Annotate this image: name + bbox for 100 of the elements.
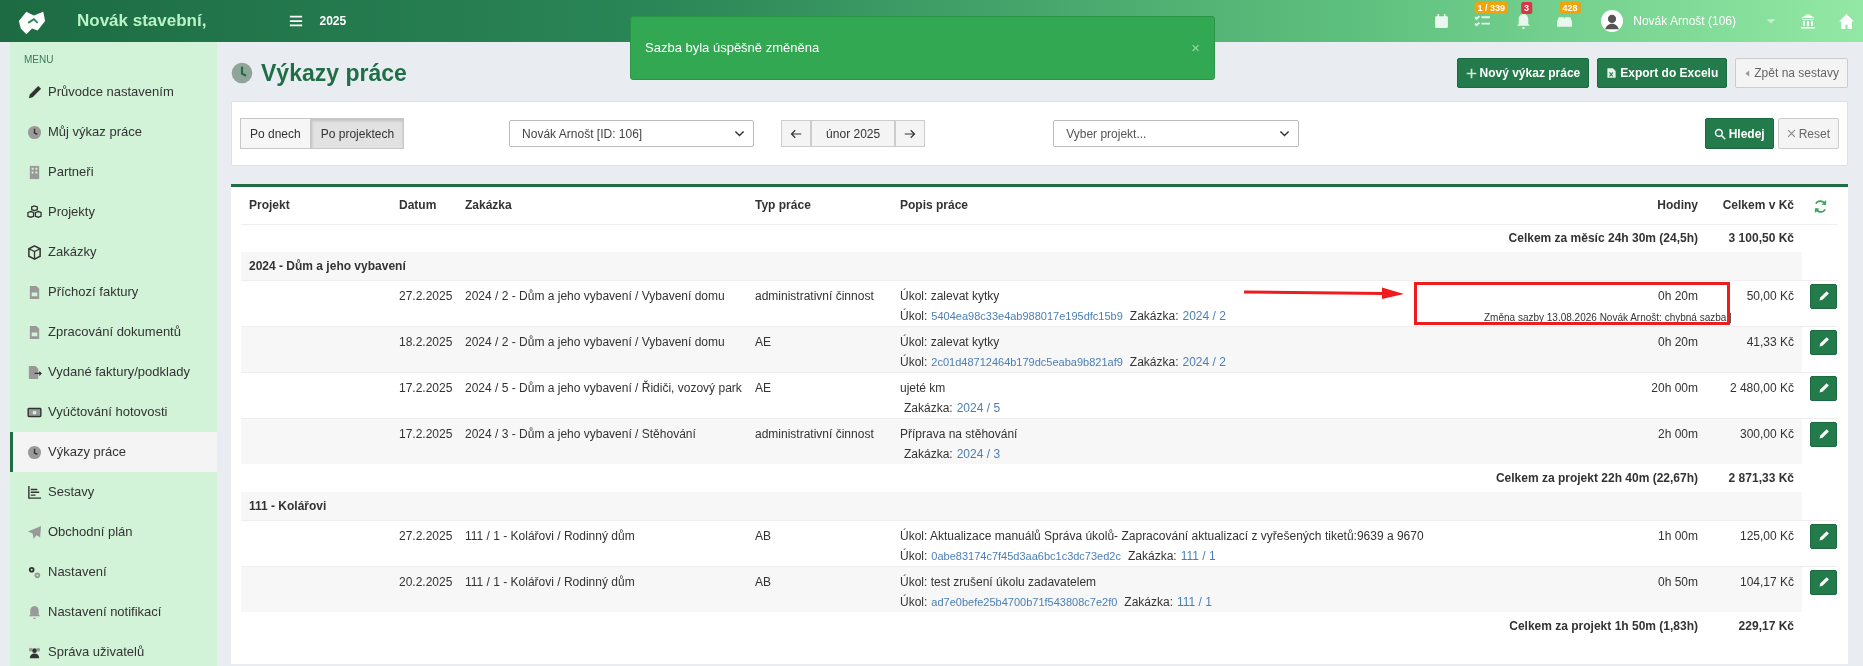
project-group-name: 2024 - Dům a jeho vybavení xyxy=(249,258,406,273)
sidebar-item[interactable]: Příchozí faktury xyxy=(10,272,217,312)
sidebar-item[interactable]: Můj výkaz práce xyxy=(10,112,217,152)
edit-button[interactable] xyxy=(1810,329,1837,355)
order-link[interactable]: 111 / 1 xyxy=(1177,592,1212,611)
sidebar-item[interactable]: Výkazy práce xyxy=(10,432,217,472)
back-button[interactable]: Zpět na sestavy xyxy=(1735,58,1848,88)
close-icon xyxy=(1786,129,1796,138)
table-cell: 27.2.2025 xyxy=(399,288,453,303)
clock-icon xyxy=(27,444,42,460)
table-cell: administrativní činnost xyxy=(755,426,874,441)
field-label: Zakázka: xyxy=(1127,547,1177,565)
field-label: Úkol: xyxy=(900,547,928,565)
order-link[interactable]: 2024 / 2 xyxy=(1182,306,1226,325)
sidebar-item[interactable]: Nastavení xyxy=(10,552,217,592)
total-label: Celkem za měsíc 24h 30m (24,5h) xyxy=(1508,231,1698,246)
sidebar-item[interactable]: Partneři xyxy=(10,152,217,192)
amount-value: 125,00 Kč xyxy=(1739,528,1794,543)
pencil-icon xyxy=(1817,530,1830,542)
table-cell: 2024 / 3 - Dům a jeho vybavení / Stěhování xyxy=(465,426,696,441)
project-select[interactable]: Vyber projekt... xyxy=(1053,120,1300,147)
cubes-icon xyxy=(27,204,42,220)
amount-value: 300,00 Kč xyxy=(1739,426,1794,441)
task-link[interactable]: 0abe83174c7f45d3aa6bc1c3dc73ed2c xyxy=(931,547,1121,564)
plus-icon xyxy=(1465,67,1477,79)
total-amount: 229,17 Kč xyxy=(1738,619,1794,633)
sidebar-item[interactable]: Vyúčtování hotovosti xyxy=(10,392,217,432)
month-label: únor 2025 xyxy=(811,120,896,147)
paper-plane-icon xyxy=(27,524,42,540)
edit-button[interactable] xyxy=(1810,283,1837,309)
next-month-button[interactable] xyxy=(895,120,926,147)
table-cell: 17.2.2025 xyxy=(399,380,453,395)
search-button[interactable]: Hledej xyxy=(1704,118,1774,149)
building-icon xyxy=(27,164,42,180)
avatar-icon[interactable] xyxy=(1601,10,1624,32)
sidebar-item[interactable]: Zpracování dokumentů xyxy=(10,312,217,352)
year-label: 2025 xyxy=(319,13,347,30)
table-cell: 2024 / 2 - Dům a jeho vybavení / Vybavení domu xyxy=(465,334,725,349)
field-label: Zakázka: xyxy=(1129,353,1179,371)
sidebar-item[interactable]: Sestavy xyxy=(10,472,217,512)
new-report-button[interactable]: Nový výkaz práce xyxy=(1456,58,1590,88)
total-label: Celkem za projekt 1h 50m (1,83h) xyxy=(1509,619,1698,633)
hours-value: 0h 50m xyxy=(1657,574,1698,589)
sidebar-item[interactable]: Projekty xyxy=(10,192,217,232)
document-arrow-icon xyxy=(27,364,42,380)
project-group-name: 111 - Kolářovi xyxy=(249,498,327,513)
rate-change-note: Změna sazby 13.08.2026 Novák Arnošt: chybná sazba | xyxy=(1484,311,1732,323)
bell-icon[interactable] xyxy=(1515,12,1533,30)
sidebar-item[interactable]: Správa uživatelů xyxy=(10,632,217,666)
task-link[interactable]: 5404ea98c33e4ab988017e195dfc15b9 xyxy=(931,307,1123,324)
field-label: Úkol: xyxy=(900,353,928,371)
cube-icon xyxy=(27,244,42,260)
column-header: Celkem v Kč xyxy=(1706,187,1802,224)
count-badge: 1 / 339 xyxy=(1474,1,1508,14)
bell-icon xyxy=(27,604,42,620)
edit-button[interactable] xyxy=(1810,523,1837,549)
view-toggle[interactable]: Po dnech xyxy=(240,118,311,149)
order-link[interactable]: 2024 / 5 xyxy=(956,398,1001,417)
order-link[interactable]: 2024 / 2 xyxy=(1182,352,1226,371)
table-cell: AB xyxy=(755,528,771,543)
reset-button[interactable]: Reset xyxy=(1777,118,1839,149)
previous-month-button[interactable] xyxy=(781,120,812,147)
sidebar-item[interactable]: Obchodní plán xyxy=(10,512,217,552)
clock-icon xyxy=(231,62,253,84)
pencil-icon xyxy=(1817,428,1830,440)
menu-icon[interactable] xyxy=(289,14,304,28)
gears-icon xyxy=(27,564,42,580)
view-toggle[interactable]: Po projektech xyxy=(310,118,405,149)
export-button[interactable]: Export do Excelu xyxy=(1597,58,1728,88)
column-header: Typ práce xyxy=(747,187,892,224)
edit-button[interactable] xyxy=(1810,569,1837,595)
toast-message: Sazba byla úspěšně změněna xyxy=(645,39,820,58)
description-text: Úkol: zalevat kytky xyxy=(900,334,1000,349)
order-link[interactable]: 111 / 1 xyxy=(1180,546,1216,565)
sidebar-item[interactable]: Průvodce nastavením xyxy=(10,72,217,112)
pencil-icon xyxy=(27,84,42,100)
description-text: ujeté km xyxy=(900,380,946,395)
sidebar-item[interactable]: Nastavení notifikací xyxy=(10,592,217,632)
table-cell: 2024 / 5 - Dům a jeho vybavení / Řidiči, vozový park xyxy=(465,380,742,395)
page-title: Výkazy práce xyxy=(261,58,407,88)
field-label: Zakázka: xyxy=(904,445,953,463)
hours-value: 2h 00m xyxy=(1657,426,1698,441)
sidebar-item[interactable]: Vydané faktury/podklady xyxy=(10,352,217,392)
column-header: Projekt xyxy=(241,187,391,224)
total-amount: 2 871,33 Kč xyxy=(1728,471,1794,485)
table-cell: AE xyxy=(755,380,771,395)
order-link[interactable]: 2024 / 3 xyxy=(956,444,1001,463)
table-cell: 20.2.2025 xyxy=(399,574,453,589)
search-icon xyxy=(1713,127,1726,140)
document-icon xyxy=(27,284,42,300)
task-link[interactable]: ad7e0befe25b4700b71f543808c7e2f0 xyxy=(931,593,1118,610)
user-select[interactable]: Novák Arnošt [ID: 106] xyxy=(509,120,755,147)
sidebar-item[interactable]: Zakázky xyxy=(10,232,217,272)
edit-button[interactable] xyxy=(1810,421,1837,447)
hours-value: 20h 00m xyxy=(1651,380,1698,395)
edit-button[interactable] xyxy=(1810,375,1837,401)
table-cell: AE xyxy=(755,334,771,349)
amount-value: 50,00 Kč xyxy=(1746,288,1794,303)
refresh-icon[interactable] xyxy=(1812,198,1828,214)
task-link[interactable]: 2c01d48712464b179dc5eaba9b821af9 xyxy=(931,353,1123,370)
